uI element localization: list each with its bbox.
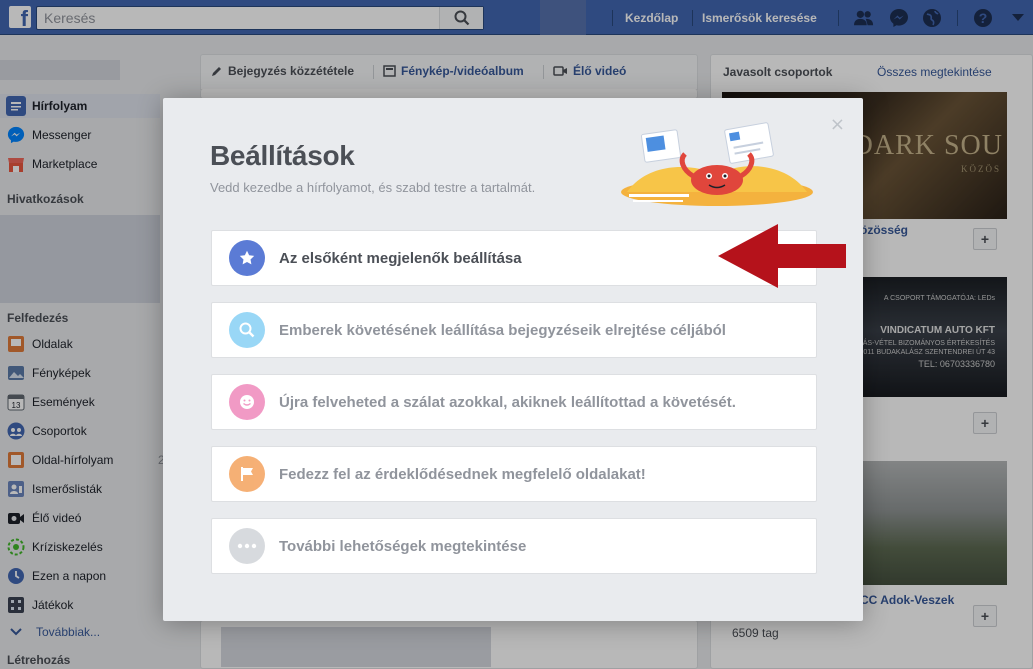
option-label: További lehetőségek megtekintése bbox=[279, 537, 527, 555]
option-reconnect[interactable]: Újra felveheted a szálat azokkal, akikne… bbox=[211, 374, 817, 430]
option-label: Az elsőként megjelenők beállítása bbox=[279, 249, 522, 267]
option-label: Emberek követésének leállítása bejegyzés… bbox=[279, 321, 726, 339]
smiley-icon bbox=[229, 384, 265, 420]
option-unfollow-people[interactable]: Emberek követésének leállítása bejegyzés… bbox=[211, 302, 817, 358]
feed-preferences-dialog: × Beállítások Vedd kezedbe a hírfolyamot… bbox=[163, 98, 863, 621]
magnifier-icon bbox=[229, 312, 265, 348]
option-discover-pages[interactable]: Fedezz fel az érdeklődésednek megfelelő … bbox=[211, 446, 817, 502]
close-icon[interactable]: × bbox=[830, 114, 845, 135]
red-arrow-annotation-icon bbox=[718, 224, 846, 288]
dialog-subtitle: Vedd kezedbe a hírfolyamot, és szabd tes… bbox=[210, 180, 536, 195]
more-dots-icon bbox=[229, 528, 265, 564]
option-label: Fedezz fel az érdeklődésednek megfelelő … bbox=[279, 465, 646, 483]
dialog-title: Beállítások bbox=[210, 140, 355, 171]
option-label: Újra felveheted a szálat azokkal, akikne… bbox=[279, 393, 736, 411]
star-icon bbox=[229, 240, 265, 276]
crab-illustration-icon bbox=[621, 122, 813, 206]
option-see-more[interactable]: További lehetőségek megtekintése bbox=[211, 518, 817, 574]
flag-icon bbox=[229, 456, 265, 492]
